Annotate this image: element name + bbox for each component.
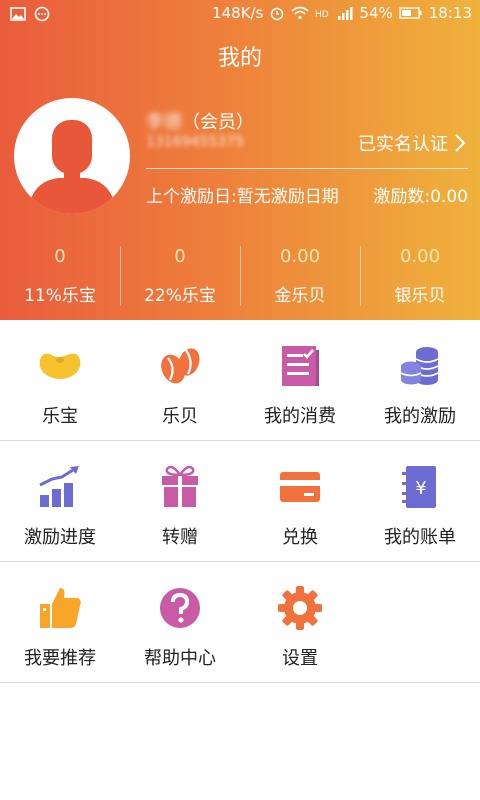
last-incentive-date: 上个激励日:暂无激励日期 xyxy=(146,187,339,207)
image-icon xyxy=(10,7,26,21)
menu-label: 我的账单 xyxy=(384,527,456,548)
phone-number: 13169455375 xyxy=(146,134,244,150)
menu-label: 我的激励 xyxy=(384,406,456,427)
help-icon xyxy=(160,588,200,628)
username-text: 李德 xyxy=(146,112,182,133)
menu-label: 设置 xyxy=(282,648,318,669)
battery-icon xyxy=(399,7,422,19)
menu-row: 乐宝 乐贝 我的消费 我的激励 xyxy=(0,320,480,441)
menu-row: 我要推荐 帮助中心 设置 xyxy=(0,562,480,683)
alarm-icon xyxy=(271,7,284,21)
net-speed: 148K/s xyxy=(212,4,264,22)
menu-item-incentive-progress[interactable]: 激励进度 xyxy=(0,441,120,561)
status-bar: 148K/s HD 54% 18:13 xyxy=(0,0,480,28)
gift-icon xyxy=(162,465,198,507)
growth-chart-icon xyxy=(39,466,79,507)
stat-item[interactable]: 0 22%乐宝 xyxy=(120,240,240,306)
menu-label: 转赠 xyxy=(162,527,198,548)
username: 李德（会员） xyxy=(146,108,254,134)
menu-label: 帮助中心 xyxy=(144,648,216,669)
thumbs-up-icon xyxy=(40,588,81,628)
menu-grid: 乐宝 乐贝 我的消费 我的激励 激励进度 转赠 兑换 ¥ 我的账单 我要推荐 帮… xyxy=(0,320,480,683)
menu-label: 我要推荐 xyxy=(24,648,96,669)
menu-item-my-incentive[interactable]: 我的激励 xyxy=(360,320,480,440)
profile-divider xyxy=(146,168,468,169)
stat-label: 11%乐宝 xyxy=(24,286,96,306)
menu-item-my-consumption[interactable]: 我的消费 xyxy=(240,320,360,440)
menu-item-help-center[interactable]: 帮助中心 xyxy=(120,562,240,682)
bean-icon xyxy=(39,353,81,379)
stat-value: 0.00 xyxy=(399,246,441,267)
wifi-icon xyxy=(291,6,309,20)
stat-label: 银乐贝 xyxy=(394,286,446,306)
verify-label: 已实名认证 xyxy=(358,134,448,155)
receipt-icon xyxy=(282,346,319,386)
menu-item-my-bill[interactable]: ¥ 我的账单 xyxy=(360,441,480,561)
stat-label: 金乐贝 xyxy=(274,286,326,306)
card-icon xyxy=(280,472,320,502)
menu-item-lebei[interactable]: 乐贝 xyxy=(120,320,240,440)
user-silhouette-icon xyxy=(28,120,116,214)
page-title: 我的 xyxy=(217,46,262,71)
stat-value: 0 xyxy=(54,246,66,267)
stat-label: 22%乐宝 xyxy=(144,286,216,306)
stat-value: 0.00 xyxy=(279,246,321,267)
signal-icon xyxy=(338,7,353,20)
menu-item-recommend[interactable]: 我要推荐 xyxy=(0,562,120,682)
gear-icon xyxy=(278,586,322,630)
avatar[interactable] xyxy=(14,98,130,214)
menu-row: 激励进度 转赠 兑换 ¥ 我的账单 xyxy=(0,441,480,562)
chevron-right-icon xyxy=(455,134,466,152)
clock: 18:13 xyxy=(428,4,472,22)
coffee-beans-icon xyxy=(161,348,200,384)
svg-text:HD: HD xyxy=(315,10,329,20)
bill-icon: ¥ xyxy=(402,466,436,508)
stat-item[interactable]: 0.00 银乐贝 xyxy=(360,240,480,306)
profile-header: 148K/s HD 54% 18:13 我的 李德（会员） 1316945537… xyxy=(0,0,480,320)
battery-percent: 54% xyxy=(359,4,393,22)
menu-item-exchange[interactable]: 兑换 xyxy=(240,441,360,561)
menu-item-settings[interactable]: 设置 xyxy=(240,562,360,682)
menu-label: 兑换 xyxy=(282,527,318,548)
incentive-count: 激励数:0.00 xyxy=(373,187,468,207)
stat-value: 0 xyxy=(174,246,186,267)
menu-item-transfer-gift[interactable]: 转赠 xyxy=(120,441,240,561)
chat-icon xyxy=(34,6,50,22)
stat-item[interactable]: 0 11%乐宝 xyxy=(0,240,120,306)
member-tag: （会员） xyxy=(182,112,254,133)
menu-label: 我的消费 xyxy=(264,406,336,427)
coins-icon xyxy=(400,347,439,385)
verify-status-button[interactable]: 已实名认证 xyxy=(358,130,466,156)
menu-item-lebao[interactable]: 乐宝 xyxy=(0,320,120,440)
menu-label: 乐贝 xyxy=(162,406,198,427)
menu-label: 乐宝 xyxy=(42,406,78,427)
svg-text:¥: ¥ xyxy=(415,478,426,499)
stats-bar: 0 11%乐宝 0 22%乐宝 0.00 金乐贝 0.00 银乐贝 xyxy=(0,240,480,306)
stat-item[interactable]: 0.00 金乐贝 xyxy=(240,240,360,306)
menu-label: 激励进度 xyxy=(24,527,96,548)
hd-icon: HD xyxy=(315,10,329,20)
